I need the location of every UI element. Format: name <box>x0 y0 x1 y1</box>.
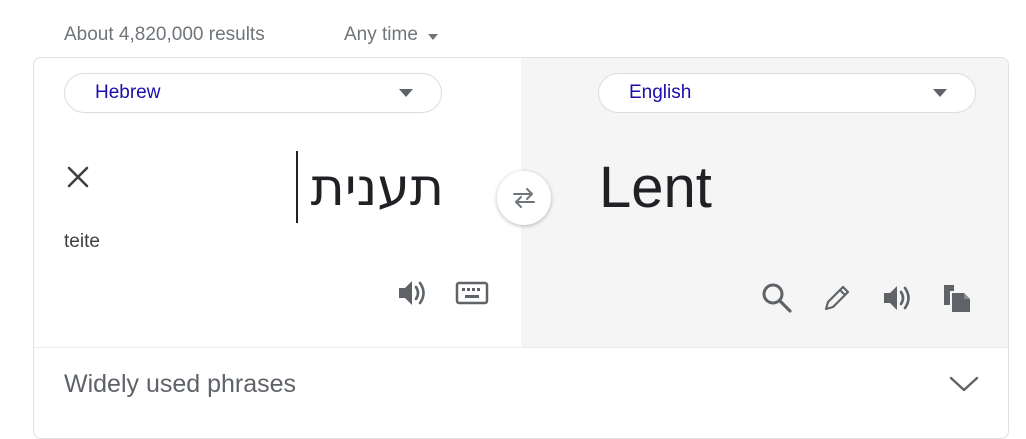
speaker-icon <box>884 286 910 310</box>
source-language-select[interactable]: Hebrew <box>64 73 442 113</box>
source-text-input[interactable]: תענית <box>311 156 444 220</box>
search-button[interactable] <box>759 280 795 316</box>
chevron-down-icon <box>949 376 979 392</box>
target-listen-button[interactable] <box>879 280 915 316</box>
dropdown-arrow-icon <box>933 89 947 97</box>
source-listen-button[interactable] <box>394 275 430 311</box>
widely-used-phrases-label: Widely used phrases <box>64 370 297 398</box>
swap-icon <box>513 188 535 208</box>
card-divider <box>34 347 1008 348</box>
result-stats: About 4,820,000 results <box>64 24 265 45</box>
time-filter-label: Any time <box>344 24 418 45</box>
target-language-label: English <box>629 82 692 103</box>
time-filter-dropdown[interactable]: Any time <box>344 24 438 46</box>
target-language-select[interactable]: English <box>598 73 976 113</box>
text-cursor <box>296 151 298 223</box>
keyboard-icon <box>455 281 489 305</box>
edit-button[interactable] <box>819 280 855 316</box>
expand-phrases-button[interactable] <box>948 374 980 394</box>
copy-button[interactable] <box>939 280 975 316</box>
transliteration: teite <box>64 231 100 252</box>
translate-card: Hebrew English תענית teite Lent Widely u… <box>33 57 1009 439</box>
speaker-icon <box>399 281 425 305</box>
close-icon <box>67 166 89 188</box>
caret-down-icon <box>427 33 438 40</box>
source-language-label: Hebrew <box>95 82 161 103</box>
swap-languages-button[interactable] <box>497 171 551 225</box>
clear-button[interactable] <box>64 163 92 191</box>
search-icon <box>762 283 792 313</box>
keyboard-button[interactable] <box>454 275 490 311</box>
pencil-icon <box>824 285 850 311</box>
translated-text: Lent <box>599 155 712 220</box>
dropdown-arrow-icon <box>399 89 413 97</box>
copy-icon <box>944 285 970 312</box>
